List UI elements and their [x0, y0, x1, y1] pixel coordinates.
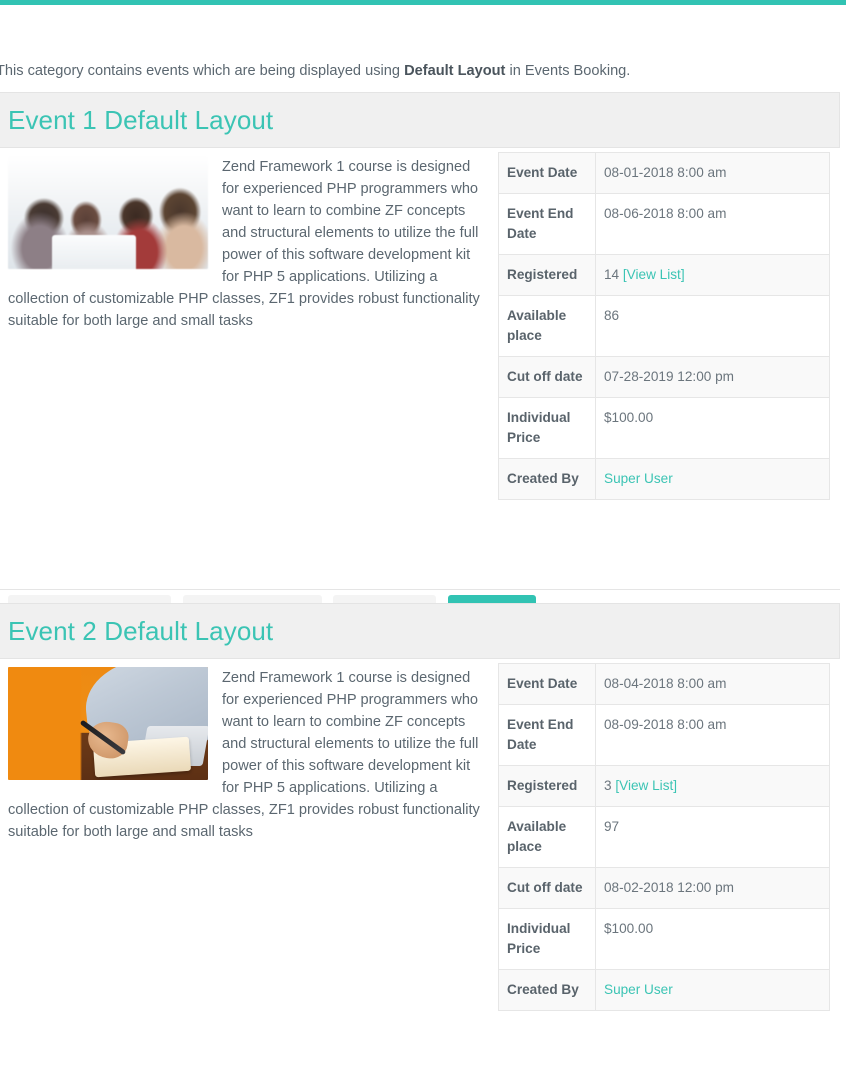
event-description-column: Zend Framework 1 course is designed for …: [0, 156, 490, 332]
table-row: Available place 97: [498, 806, 830, 868]
table-row: Individual Price $100.00: [498, 908, 830, 970]
table-row: Registered 14 [View List]: [498, 254, 830, 296]
value-cut-off-date: 08-02-2018 12:00 pm: [595, 867, 830, 909]
event-info-table: Event Date 08-01-2018 8:00 am Event End …: [498, 152, 830, 500]
label-registered: Registered: [498, 254, 596, 296]
event-thumbnail-image[interactable]: [8, 667, 208, 780]
table-row: Cut off date 08-02-2018 12:00 pm: [498, 867, 830, 909]
label-individual-price: Individual Price: [498, 908, 596, 970]
table-row: Registered 3 [View List]: [498, 765, 830, 807]
value-cut-off-date: 07-28-2019 12:00 pm: [595, 356, 830, 398]
table-row: Created By Super User: [498, 458, 830, 500]
value-event-date: 08-04-2018 8:00 am: [595, 663, 830, 705]
intro-text-after: in Events Booking.: [505, 63, 631, 79]
intro-text-bold: Default Layout: [404, 63, 506, 79]
value-registered: 3 [View List]: [595, 765, 830, 807]
created-by-link[interactable]: Super User: [604, 982, 673, 997]
value-registered: 14 [View List]: [595, 254, 830, 296]
event-info-table: Event Date 08-04-2018 8:00 am Event End …: [498, 663, 830, 1011]
table-row: Event End Date 08-09-2018 8:00 am: [498, 704, 830, 766]
value-created-by: Super User: [595, 969, 830, 1011]
view-list-link[interactable]: [View List]: [615, 778, 677, 793]
label-cut-off-date: Cut off date: [498, 867, 596, 909]
event-thumbnail-image[interactable]: [8, 156, 208, 269]
event-info-table-wrap: Event Date 08-01-2018 8:00 am Event End …: [498, 152, 830, 500]
view-list-link[interactable]: [View List]: [623, 267, 685, 282]
registered-count: 14: [604, 267, 620, 282]
label-created-by: Created By: [498, 969, 596, 1011]
event-body: Zend Framework 1 course is designed for …: [0, 148, 840, 634]
label-cut-off-date: Cut off date: [498, 356, 596, 398]
label-individual-price: Individual Price: [498, 397, 596, 459]
event-body: Zend Framework 1 course is designed for …: [0, 659, 840, 1011]
intro-text-before: This category contains events which are …: [0, 63, 405, 79]
value-individual-price: $100.00: [595, 908, 830, 970]
label-available-place: Available place: [498, 806, 596, 868]
label-registered: Registered: [498, 765, 596, 807]
event-info-table-wrap: Event Date 08-04-2018 8:00 am Event End …: [498, 663, 830, 1011]
label-event-end-date: Event End Date: [498, 193, 596, 255]
event-card: Event 2 Default Layout Zend Framework 1 …: [0, 603, 840, 1011]
table-row: Created By Super User: [498, 969, 830, 1011]
label-event-end-date: Event End Date: [498, 704, 596, 766]
event-description-column: Zend Framework 1 course is designed for …: [0, 667, 490, 843]
value-event-end-date: 08-06-2018 8:00 am: [595, 193, 830, 255]
event-separator: [0, 589, 840, 590]
value-individual-price: $100.00: [595, 397, 830, 459]
event-header: Event 1 Default Layout: [0, 92, 840, 148]
label-event-date: Event Date: [498, 152, 596, 194]
event-title[interactable]: Event 1 Default Layout: [8, 105, 273, 136]
value-event-date: 08-01-2018 8:00 am: [595, 152, 830, 194]
page-root: This category contains events which are …: [0, 0, 846, 1088]
event-card: Event 1 Default Layout Zend Framework 1 …: [0, 92, 840, 634]
value-created-by: Super User: [595, 458, 830, 500]
table-row: Event Date 08-01-2018 8:00 am: [498, 152, 830, 194]
event-title[interactable]: Event 2 Default Layout: [8, 616, 273, 647]
created-by-link[interactable]: Super User: [604, 471, 673, 486]
table-row: Cut off date 07-28-2019 12:00 pm: [498, 356, 830, 398]
table-row: Individual Price $100.00: [498, 397, 830, 459]
value-event-end-date: 08-09-2018 8:00 am: [595, 704, 830, 766]
top-accent-bar: [0, 0, 846, 5]
label-event-date: Event Date: [498, 663, 596, 705]
category-intro-text: This category contains events which are …: [0, 60, 846, 82]
label-available-place: Available place: [498, 295, 596, 357]
value-available-place: 86: [595, 295, 830, 357]
table-row: Event Date 08-04-2018 8:00 am: [498, 663, 830, 705]
table-row: Event End Date 08-06-2018 8:00 am: [498, 193, 830, 255]
event-header: Event 2 Default Layout: [0, 603, 840, 659]
registered-count: 3: [604, 778, 612, 793]
value-available-place: 97: [595, 806, 830, 868]
label-created-by: Created By: [498, 458, 596, 500]
table-row: Available place 86: [498, 295, 830, 357]
